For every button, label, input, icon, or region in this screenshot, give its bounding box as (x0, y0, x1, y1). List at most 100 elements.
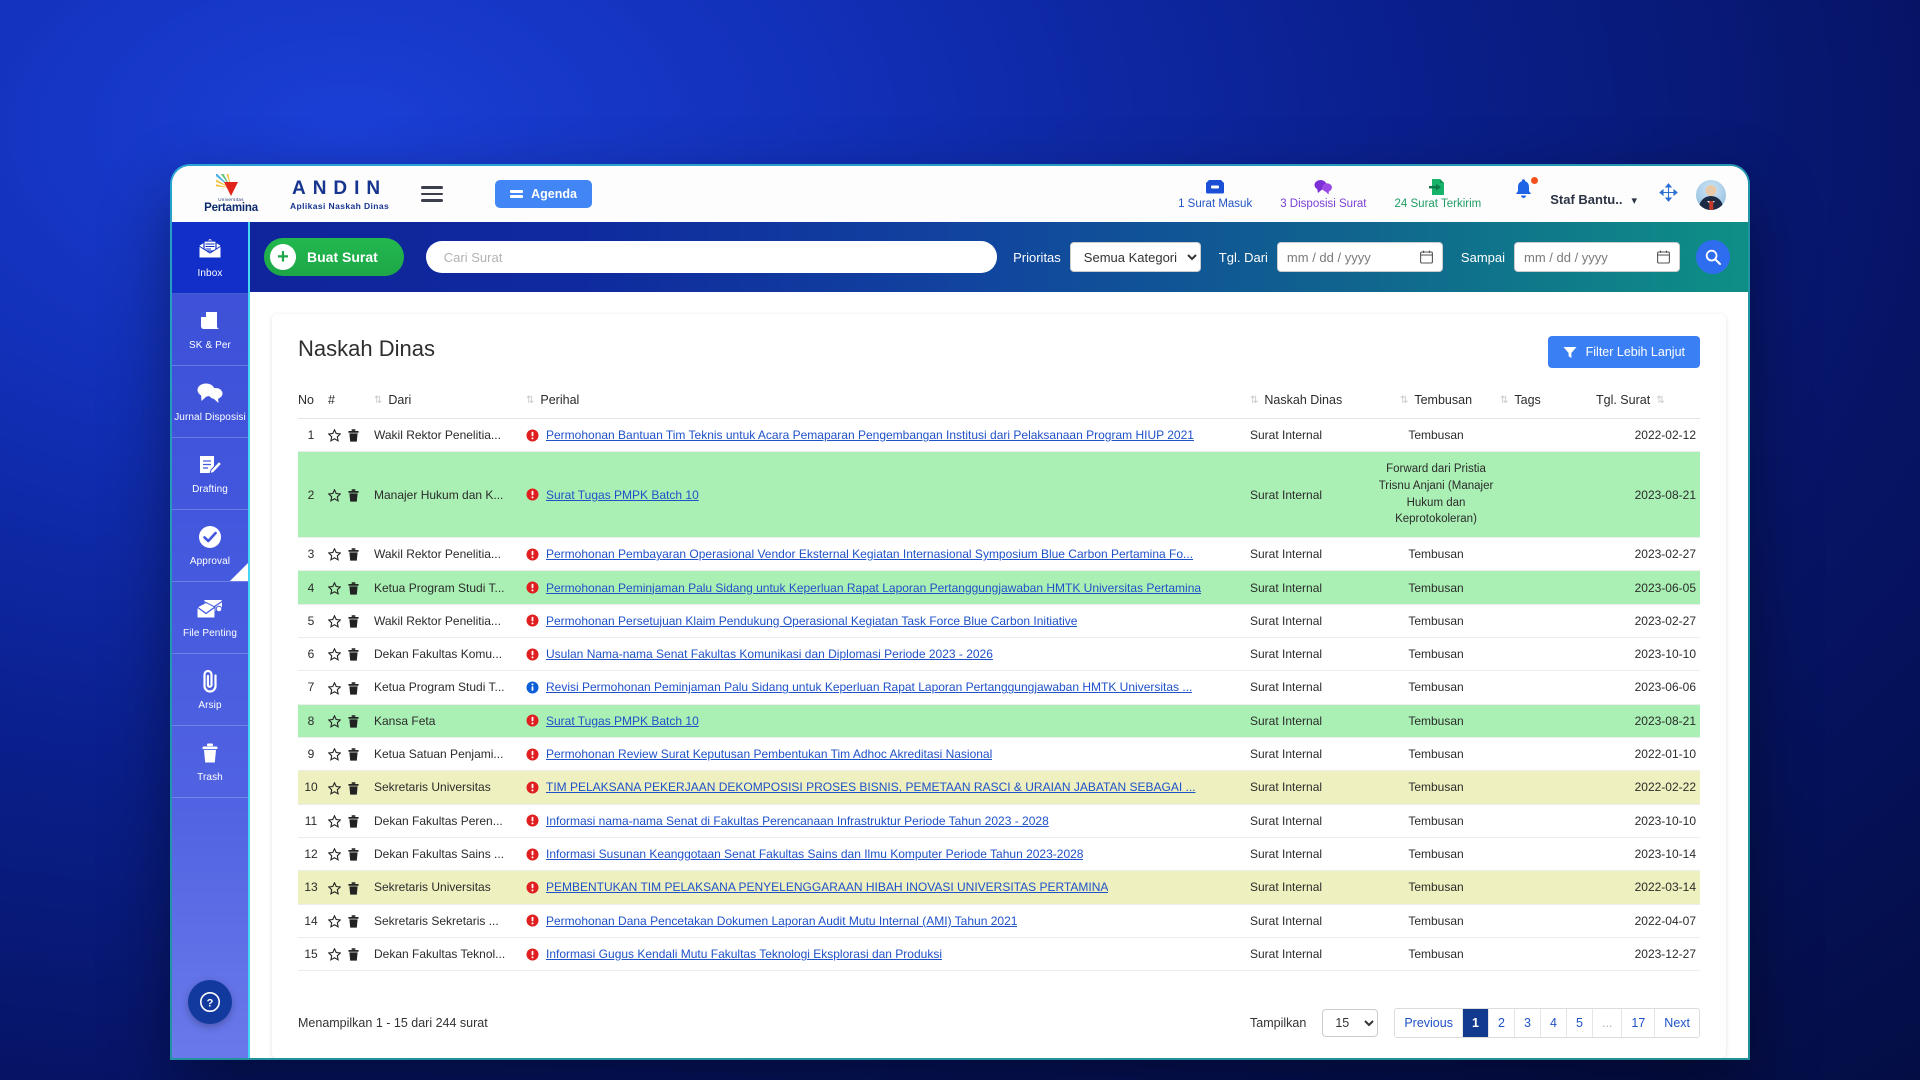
filter-lebih-lanjut-button[interactable]: Filter Lebih Lanjut (1547, 336, 1700, 368)
trash-icon[interactable] (348, 748, 359, 761)
cell-actions[interactable] (327, 737, 374, 772)
pagination-next[interactable]: Next (1655, 1009, 1699, 1037)
pagination-2[interactable]: 2 (1488, 1009, 1515, 1037)
table-row[interactable]: 13 Sekretaris Universitas PEMBENTUKAN TIM … (298, 870, 1700, 905)
col-tembusan[interactable]: ⇅ Tembusan (1376, 382, 1500, 419)
sidebar-item-drafting[interactable]: Drafting (172, 438, 248, 510)
star-icon[interactable] (327, 814, 342, 828)
star-icon[interactable] (327, 614, 342, 628)
tgl-dari-input[interactable]: mm / dd / yyyy (1276, 242, 1443, 272)
cell-actions[interactable] (327, 451, 374, 539)
search-submit-button[interactable] (1696, 240, 1730, 274)
trash-icon[interactable] (348, 915, 359, 928)
cell-actions[interactable] (327, 837, 374, 872)
star-icon[interactable] (327, 581, 342, 595)
sidebar-item-arsip[interactable]: Arsip (172, 654, 248, 726)
star-icon[interactable] (327, 647, 342, 662)
star-icon[interactable] (327, 547, 342, 562)
star-icon[interactable] (327, 847, 342, 862)
trash-icon[interactable] (348, 948, 359, 961)
perihal-link[interactable]: Permohonan Bantuan Tim Teknis untuk Acar… (546, 428, 1194, 442)
star-icon[interactable] (327, 747, 342, 762)
perihal-link[interactable]: Informasi Gugus Kendali Mutu Fakultas Te… (546, 947, 942, 961)
perihal-link[interactable]: TIM PELAKSANA PEKERJAAN DEKOMPOSISI PROS… (546, 780, 1196, 794)
search-input[interactable] (425, 241, 998, 273)
cell-actions[interactable] (327, 904, 374, 938)
sidebar-item-sk-per[interactable]: SK & Per (172, 294, 248, 366)
pagination-1[interactable]: 1 (1462, 1009, 1489, 1037)
cell-actions[interactable] (327, 770, 374, 805)
sidebar-item-trash[interactable]: Trash (172, 726, 248, 798)
perihal-link[interactable]: Revisi Permohonan Peminjaman Palu Sidang… (546, 680, 1192, 694)
table-row[interactable]: 2 Manajer Hukum dan K... Surat Tugas PMPK … (298, 451, 1700, 539)
trash-icon[interactable] (348, 881, 359, 895)
perihal-link[interactable]: Informasi nama-nama Senat di Fakultas Pe… (546, 814, 1049, 828)
trash-icon[interactable] (348, 848, 359, 861)
cell-actions[interactable] (327, 804, 374, 838)
trash-icon[interactable] (348, 715, 359, 728)
buat-surat-button[interactable]: + Buat Surat (264, 238, 404, 276)
sampai-input[interactable]: mm / dd / yyyy (1514, 242, 1680, 272)
table-row[interactable]: 4 Ketua Program Studi T... Permohonan Pemi… (298, 570, 1700, 605)
table-row[interactable]: 11 Dekan Fakultas Peren... Informasi nama-… (298, 804, 1700, 838)
hamburger-menu-icon[interactable] (421, 186, 444, 202)
table-row[interactable]: 14 Sekretaris Sekretaris ... Permohonan Da… (298, 904, 1700, 938)
table-row[interactable]: 9 Ketua Satuan Penjami... Permohonan Revie… (298, 737, 1700, 772)
star-icon[interactable] (327, 488, 342, 502)
user-name[interactable]: Staf Bantu.. (1550, 192, 1622, 210)
stat-surat-terkirim[interactable]: 24 Surat Terkirim (1381, 178, 1496, 210)
cell-actions[interactable] (327, 570, 374, 605)
col-tgl-surat[interactable]: Tgl. Surat ⇅ (1596, 382, 1700, 419)
table-row[interactable]: 12 Dekan Fakultas Sains ... Informasi Susu… (298, 837, 1700, 872)
stat-disposisi-surat[interactable]: 3 Disposisi Surat (1266, 178, 1380, 210)
agenda-button[interactable]: Agenda (495, 180, 592, 208)
star-icon[interactable] (327, 947, 342, 962)
trash-icon[interactable] (348, 815, 359, 828)
star-icon[interactable] (327, 914, 342, 928)
stat-surat-masuk[interactable]: 1 Surat Masuk (1164, 178, 1266, 210)
pagination-17[interactable]: 17 (1622, 1009, 1656, 1037)
help-button[interactable]: ? (188, 980, 232, 1024)
table-row[interactable]: 5 Wakil Rektor Penelitia... Permohonan Per… (298, 604, 1700, 639)
kategori-select[interactable]: Semua Kategori (1069, 242, 1201, 272)
perihal-link[interactable]: Usulan Nama-nama Senat Fakultas Komunika… (546, 647, 993, 661)
trash-icon[interactable] (348, 615, 359, 628)
cell-actions[interactable] (327, 537, 374, 572)
trash-icon[interactable] (348, 581, 359, 595)
page-size-select[interactable]: 15 (1322, 1009, 1379, 1037)
cell-actions[interactable] (327, 604, 374, 639)
table-row[interactable]: 3 Wakil Rektor Penelitia... Permohonan Pem… (298, 537, 1700, 572)
col-dari[interactable]: ⇅ Dari (374, 382, 526, 419)
star-icon[interactable] (327, 428, 342, 443)
col-perihal[interactable]: ⇅ Perihal (526, 382, 1250, 419)
table-row[interactable]: 6 Dekan Fakultas Komu... Usulan Nama-nama … (298, 637, 1700, 672)
perihal-link[interactable]: Permohonan Dana Pencetakan Dokumen Lapor… (546, 914, 1017, 928)
table-row[interactable]: 10 Sekretaris Universitas TIM PELAKSANA PE… (298, 770, 1700, 805)
perihal-link[interactable]: Surat Tugas PMPK Batch 10 (546, 714, 699, 728)
star-icon[interactable] (327, 781, 342, 795)
cell-actions[interactable] (327, 937, 374, 972)
perihal-link[interactable]: PEMBENTUKAN TIM PELAKSANA PENYELENGGARAA… (546, 880, 1108, 894)
trash-icon[interactable] (348, 648, 359, 661)
trash-icon[interactable] (348, 681, 359, 695)
perihal-link[interactable]: Permohonan Peminjaman Palu Sidang untuk … (546, 581, 1201, 595)
sidebar-item-file-penting[interactable]: File Penting (172, 582, 248, 654)
perihal-link[interactable]: Permohonan Persetujuan Klaim Pendukung O… (546, 614, 1077, 628)
cell-actions[interactable] (327, 418, 374, 453)
trash-icon[interactable] (348, 548, 359, 561)
cell-actions[interactable] (327, 870, 374, 905)
pagination-3[interactable]: 3 (1514, 1009, 1541, 1037)
trash-icon[interactable] (348, 429, 359, 442)
pagination-4[interactable]: 4 (1540, 1009, 1567, 1037)
avatar[interactable] (1696, 180, 1726, 210)
notifications-button[interactable] (1495, 177, 1550, 210)
sidebar-item-approval[interactable]: Approval (172, 510, 248, 582)
col-tags[interactable]: ⇅ Tags (1500, 382, 1596, 419)
star-icon[interactable] (327, 881, 342, 895)
trash-icon[interactable] (348, 489, 359, 502)
cell-actions[interactable] (327, 704, 374, 738)
expand-arrows-icon[interactable] (1637, 183, 1696, 210)
table-row[interactable]: 7 Ketua Program Studi T... Revisi Permohon… (298, 670, 1700, 705)
perihal-link[interactable]: Permohonan Review Surat Keputusan Pemben… (546, 747, 992, 761)
sidebar-item-jurnal-disposisi[interactable]: Jurnal Disposisi (172, 366, 248, 438)
